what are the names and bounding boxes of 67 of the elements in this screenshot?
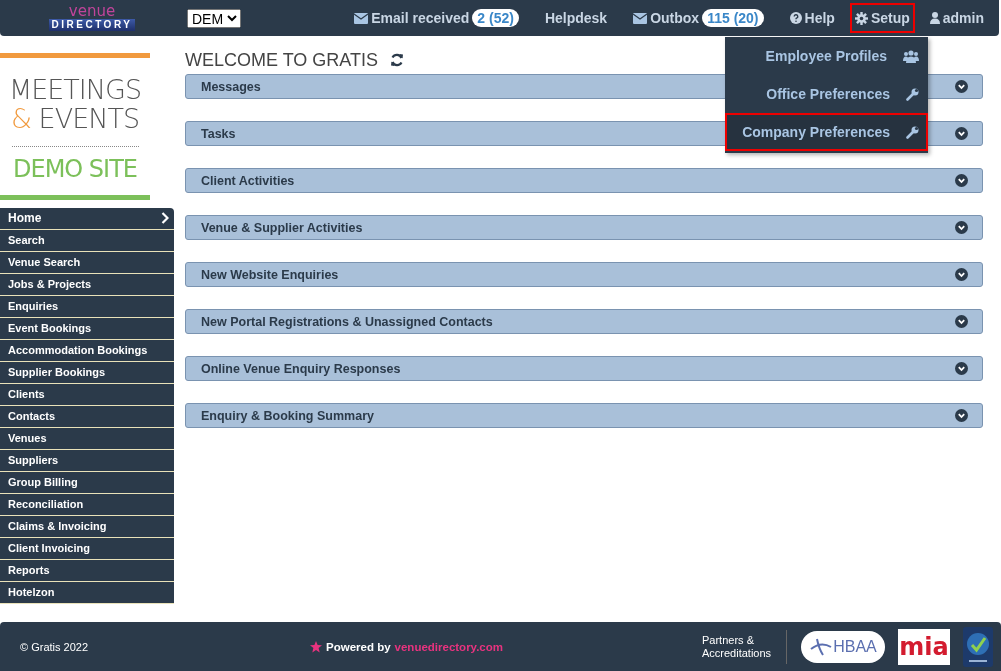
- top-link[interactable]: Help: [786, 5, 838, 31]
- chevron-down-icon: [955, 268, 968, 281]
- sidebar-item[interactable]: Client Invoicing: [0, 537, 174, 560]
- office-select[interactable]: DEM: [187, 8, 241, 28]
- powered-by-text: Powered by: [326, 640, 391, 653]
- sidebar-item[interactable]: Jobs & Projects: [0, 273, 174, 296]
- panel-header[interactable]: New Portal Registrations & Unassigned Contacts: [185, 309, 983, 334]
- chevron-down-icon: [955, 174, 968, 187]
- chevron-right-icon: [161, 212, 169, 225]
- sidebar-item[interactable]: Venue Search: [0, 251, 174, 274]
- gear-icon: [854, 11, 868, 25]
- chevron-down-icon: [955, 409, 968, 422]
- certification-badge-icon: [963, 626, 993, 667]
- menu-item[interactable]: Company Preferences: [725, 113, 928, 151]
- sidebar-item[interactable]: Venues: [0, 427, 174, 450]
- panel-header[interactable]: Enquiry & Booking Summary: [185, 403, 983, 428]
- top-link[interactable]: Setup: [851, 5, 913, 31]
- refresh-icon[interactable]: [390, 53, 405, 67]
- sidebar-item[interactable]: Reports: [0, 559, 174, 582]
- help-icon: [789, 12, 802, 24]
- chevron-down-icon: [955, 80, 968, 93]
- partner-logo[interactable]: mia: [898, 628, 950, 665]
- envelope-icon: [633, 12, 648, 24]
- sidebar-item[interactable]: Clients: [0, 383, 174, 406]
- sidebar-item[interactable]: Enquiries: [0, 295, 174, 318]
- swirl-icon: [809, 636, 834, 657]
- star-icon: [310, 640, 322, 653]
- logo-text: MEETINGS: [8, 76, 142, 105]
- menu-item[interactable]: Employee Profiles: [725, 37, 928, 75]
- copyright-text: © Gratis 2022: [20, 640, 90, 653]
- sidebar-item[interactable]: Event Bookings: [0, 317, 174, 340]
- user-icon: [929, 12, 940, 24]
- logo-subtitle: DEMO SITE: [13, 154, 137, 183]
- sidebar-item[interactable]: Group Billing: [0, 471, 174, 494]
- chevron-down-icon: [955, 362, 968, 375]
- partners-text: Partners & Accreditations: [702, 634, 773, 659]
- chevron-down-icon: [955, 221, 968, 234]
- sidebar-item[interactable]: Search: [0, 229, 174, 252]
- users-icon: [903, 49, 919, 63]
- count-badge: 115 (20): [702, 9, 764, 27]
- top-link[interactable]: Email received 2 (52): [351, 4, 522, 32]
- panel-header[interactable]: New Website Enquiries: [185, 262, 983, 287]
- ampersand: &: [10, 102, 31, 134]
- count-badge: 2 (52): [472, 9, 519, 27]
- top-link[interactable]: admin: [926, 5, 987, 31]
- sidebar-item[interactable]: Claims & Invoicing: [0, 515, 174, 538]
- logo-text: EVENTS: [38, 102, 140, 134]
- wrench-icon: [906, 87, 919, 101]
- wrench-icon: [906, 125, 919, 139]
- top-link[interactable]: Helpdesk: [541, 5, 611, 31]
- sidebar-item[interactable]: Accommodation Bookings: [0, 339, 174, 362]
- sidebar-item[interactable]: Supplier Bookings: [0, 361, 174, 384]
- page-title: WELCOME TO GRATIS: [185, 49, 379, 71]
- top-link[interactable]: Outbox 115 (20): [630, 4, 767, 32]
- sidebar-item[interactable]: Contacts: [0, 405, 174, 428]
- envelope-icon: [354, 12, 369, 24]
- panel-header[interactable]: Client Activities: [185, 168, 983, 193]
- sidebar-item[interactable]: Reconciliation: [0, 493, 174, 516]
- partner-logo[interactable]: HBAA: [801, 630, 885, 663]
- chevron-down-icon: [955, 315, 968, 328]
- venue-directory-logo[interactable]: venue DIRECTORY: [47, 5, 137, 31]
- sidebar-item[interactable]: Hotelzon: [0, 581, 174, 604]
- panel-header[interactable]: Venue & Supplier Activities: [185, 215, 983, 240]
- panel-header[interactable]: Online Venue Enquiry Responses: [185, 356, 983, 381]
- sidebar-item[interactable]: Home: [0, 207, 174, 230]
- chevron-down-icon: [955, 127, 968, 140]
- sidebar-item[interactable]: Suppliers: [0, 449, 174, 472]
